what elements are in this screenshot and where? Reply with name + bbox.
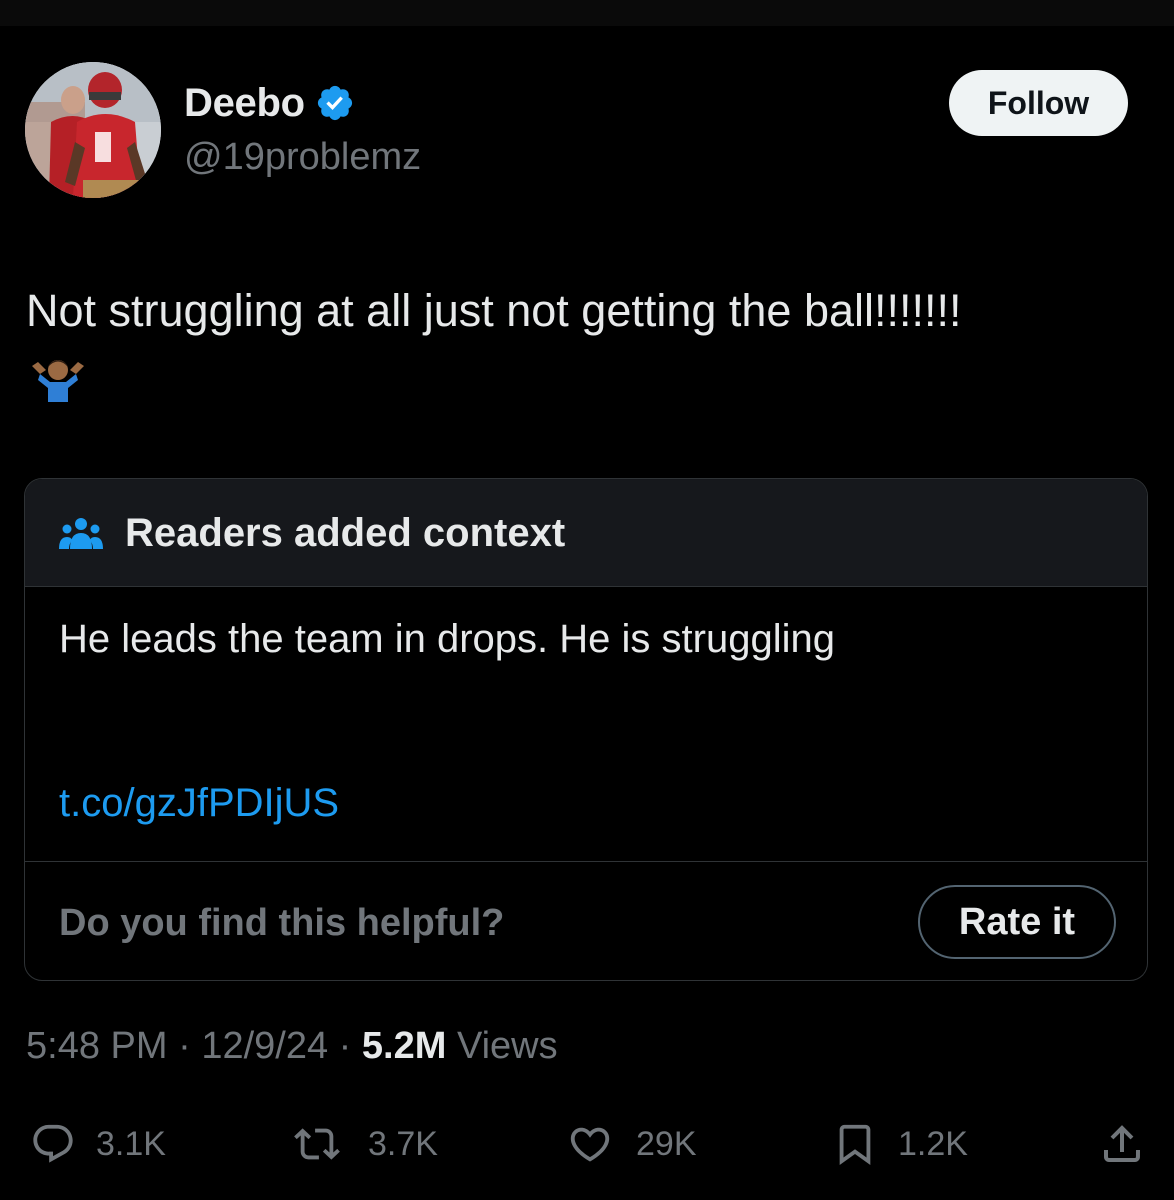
user-handle[interactable]: @19problemz (184, 136, 421, 179)
tweet-date[interactable]: 12/9/24 (201, 1025, 328, 1067)
repost-icon (294, 1128, 340, 1160)
verified-badge-icon[interactable] (315, 83, 355, 123)
tweet-detail: Deebo @19problemz Follow Not struggling … (0, 0, 1174, 1200)
repost-button[interactable]: 3.7K (286, 1116, 438, 1172)
views-label: Views (456, 1025, 558, 1067)
tweet-text: Not struggling at all just not getting t… (26, 285, 962, 336)
bookmark-icon (839, 1124, 871, 1165)
avatar[interactable] (25, 62, 161, 198)
bookmark-count: 1.2K (898, 1124, 968, 1163)
community-note-title: Readers added context (125, 511, 566, 555)
readers-icon (59, 513, 103, 553)
share-icon (1104, 1125, 1140, 1162)
tweet-meta: 5:48 PM · 12/9/24 · 5.2M Views (26, 1020, 558, 1072)
community-note: Readers added context He leads the team … (24, 478, 1148, 981)
shrug-emoji-icon (28, 356, 88, 402)
tweet-time[interactable]: 5:48 PM (26, 1025, 168, 1067)
community-note-divider (25, 861, 1147, 862)
like-count: 29K (636, 1124, 697, 1163)
share-button[interactable] (1098, 1116, 1146, 1172)
community-note-body: He leads the team in drops. He is strugg… (59, 617, 835, 661)
rate-it-button[interactable]: Rate it (918, 885, 1116, 959)
reply-button[interactable]: 3.1K (30, 1116, 166, 1172)
views-count: 5.2M (361, 1025, 447, 1067)
status-strip (0, 0, 1174, 26)
community-note-header: Readers added context (25, 479, 1147, 587)
helpful-question: Do you find this helpful? (59, 902, 505, 944)
meta-separator: · (338, 1025, 352, 1067)
display-name[interactable]: Deebo (184, 81, 305, 126)
follow-button[interactable]: Follow (949, 70, 1128, 136)
reply-icon (33, 1124, 73, 1163)
heart-icon (570, 1127, 610, 1162)
meta-separator: · (178, 1025, 191, 1067)
reply-count: 3.1K (96, 1124, 166, 1163)
bookmark-button[interactable]: 1.2K (832, 1116, 968, 1172)
repost-count: 3.7K (368, 1124, 438, 1163)
display-name-row[interactable]: Deebo (184, 78, 355, 128)
like-button[interactable]: 29K (564, 1116, 697, 1172)
community-note-link[interactable]: t.co/gzJfPDIjUS (59, 777, 339, 829)
